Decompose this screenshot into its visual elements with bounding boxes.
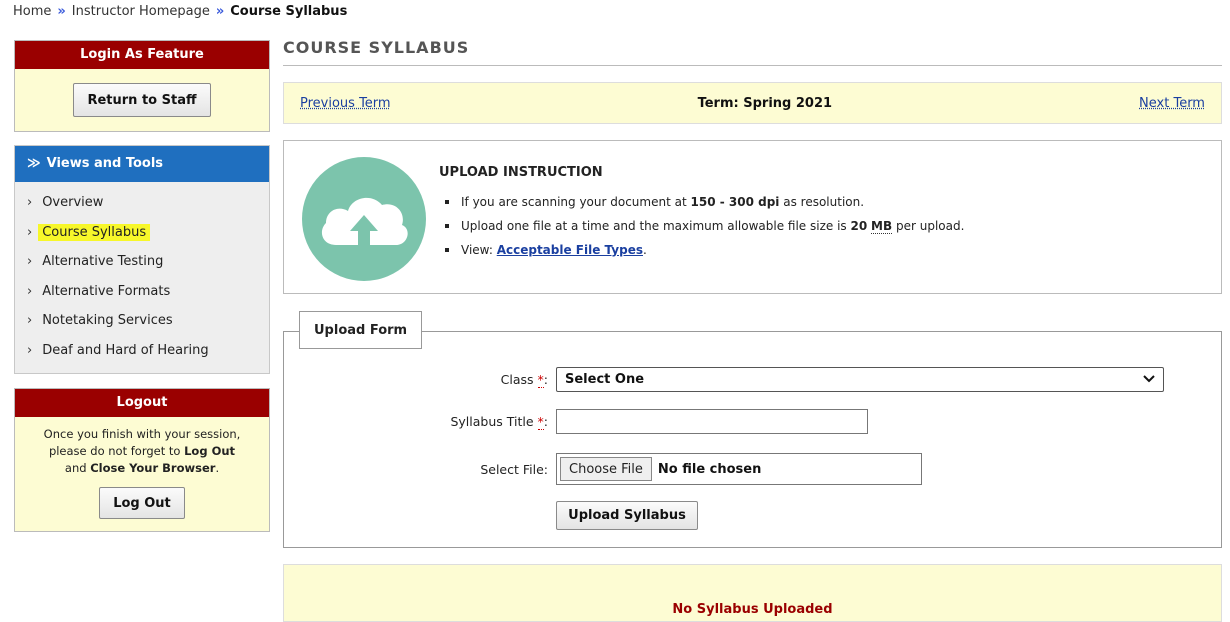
sidebar-item-label: Overview	[42, 195, 104, 211]
instruction-item: If you are scanning your document at 150…	[444, 190, 964, 214]
views-tools-panel: ≫ Views and Tools › Overview › Course Sylla…	[14, 145, 270, 374]
logout-panel: Logout Once you finish with your session…	[14, 388, 270, 532]
breadcrumb-separator: »	[215, 4, 225, 19]
breadcrumb-current: Course Syllabus	[230, 4, 348, 19]
sidebar-item-label: Course Syllabus	[38, 223, 151, 241]
logout-message-line3: and Close Your Browser.	[64, 461, 220, 475]
breadcrumb-home-link[interactable]: Home	[13, 4, 51, 19]
breadcrumb: Home » Instructor Homepage » Course Syll…	[13, 4, 347, 19]
chevron-right-icon: ›	[27, 254, 33, 270]
upload-instruction-box: UPLOAD INSTRUCTION If you are scanning y…	[283, 140, 1222, 294]
logout-message-line2: please do not forget to Log Out	[48, 444, 236, 458]
file-status: No file chosen	[657, 461, 762, 477]
sidebar-item-label: Deaf and Hard of Hearing	[42, 342, 209, 358]
sidebar-item-notetaking-services[interactable]: › Notetaking Services	[15, 306, 269, 336]
chevron-right-icon: ›	[27, 224, 33, 240]
current-term: Term: Spring 2021	[697, 95, 833, 111]
upload-form-legend: Upload Form	[299, 311, 423, 349]
logout-button[interactable]: Log Out	[99, 487, 185, 519]
sidebar: Login As Feature Return to Staff ≫ Views …	[14, 40, 270, 532]
login-as-panel: Login As Feature Return to Staff	[14, 40, 270, 132]
class-row: Class *: Select One	[284, 367, 1164, 392]
syllabus-title-input[interactable]	[556, 409, 868, 434]
upload-instruction-heading: UPLOAD INSTRUCTION	[439, 165, 603, 180]
instruction-item: View: Acceptable File Types.	[444, 238, 964, 262]
views-tools-header[interactable]: ≫ Views and Tools	[15, 146, 269, 182]
sidebar-item-alternative-formats[interactable]: › Alternative Formats	[15, 277, 269, 307]
login-as-body: Return to Staff	[15, 69, 269, 131]
sidebar-item-label: Alternative Formats	[42, 283, 171, 299]
term-navigation: Previous Term Term: Spring 2021 Next Ter…	[283, 82, 1222, 124]
syllabus-title-label: Syllabus Title *:	[450, 414, 548, 430]
breadcrumb-separator: »	[57, 4, 66, 19]
sidebar-item-label: Alternative Testing	[42, 254, 164, 270]
class-select-value: Select One	[565, 372, 645, 387]
sidebar-item-deaf-hard-of-hearing[interactable]: › Deaf and Hard of Hearing	[15, 336, 269, 366]
sidebar-item-alternative-testing[interactable]: › Alternative Testing	[15, 247, 269, 277]
previous-term-link[interactable]: Previous Term	[300, 96, 391, 111]
double-chevron-down-icon: ≫	[27, 156, 41, 171]
logout-message-line1: Once you finish with your session,	[43, 427, 241, 441]
acceptable-file-types-link[interactable]: Acceptable File Types	[497, 243, 643, 257]
choose-file-button[interactable]: Choose File	[560, 457, 652, 481]
chevron-right-icon: ›	[27, 342, 33, 358]
sidebar-item-overview[interactable]: › Overview	[15, 188, 269, 218]
upload-instructions: UPLOAD INSTRUCTION If you are scanning y…	[439, 165, 964, 262]
syllabus-status: No Syllabus Uploaded	[283, 564, 1222, 622]
login-as-title: Login As Feature	[15, 41, 269, 69]
cloud-upload-icon	[302, 157, 426, 281]
file-input[interactable]: Choose File No file chosen	[556, 453, 922, 485]
upload-syllabus-button[interactable]: Upload Syllabus	[556, 501, 698, 530]
return-to-staff-button[interactable]: Return to Staff	[73, 83, 211, 117]
chevron-right-icon: ›	[27, 313, 33, 329]
next-term-link[interactable]: Next Term	[1139, 96, 1205, 111]
views-tools-list: › Overview › Course Syllabus › Alternative …	[15, 182, 269, 373]
chevron-right-icon: ›	[27, 195, 33, 211]
page-title: COURSE SYLLABUS	[283, 38, 1222, 66]
select-file-label: Select File:	[480, 461, 548, 477]
upload-form: Upload Form Class *: Select One Syllabus…	[283, 311, 1222, 548]
class-label: Class *:	[500, 372, 548, 388]
class-select[interactable]: Select One	[556, 367, 1164, 392]
main-content: COURSE SYLLABUS Previous Term Term: Spri…	[283, 38, 1222, 622]
select-file-row: Select File: Choose File No file chosen	[284, 453, 922, 485]
sidebar-item-course-syllabus[interactable]: › Course Syllabus	[15, 218, 269, 248]
sidebar-item-label: Notetaking Services	[42, 313, 173, 329]
logout-body: Once you finish with your session, pleas…	[15, 417, 269, 531]
logout-title: Logout	[15, 389, 269, 417]
chevron-right-icon: ›	[27, 283, 33, 299]
instruction-item: Upload one file at a time and the maximu…	[444, 214, 964, 238]
syllabus-title-row: Syllabus Title *:	[284, 409, 868, 434]
instruction-list: If you are scanning your document at 150…	[439, 190, 964, 262]
submit-row: Upload Syllabus	[284, 501, 698, 530]
views-tools-title: Views and Tools	[46, 156, 164, 171]
breadcrumb-instructor-link[interactable]: Instructor Homepage	[72, 4, 210, 19]
chevron-down-icon	[1143, 372, 1155, 387]
